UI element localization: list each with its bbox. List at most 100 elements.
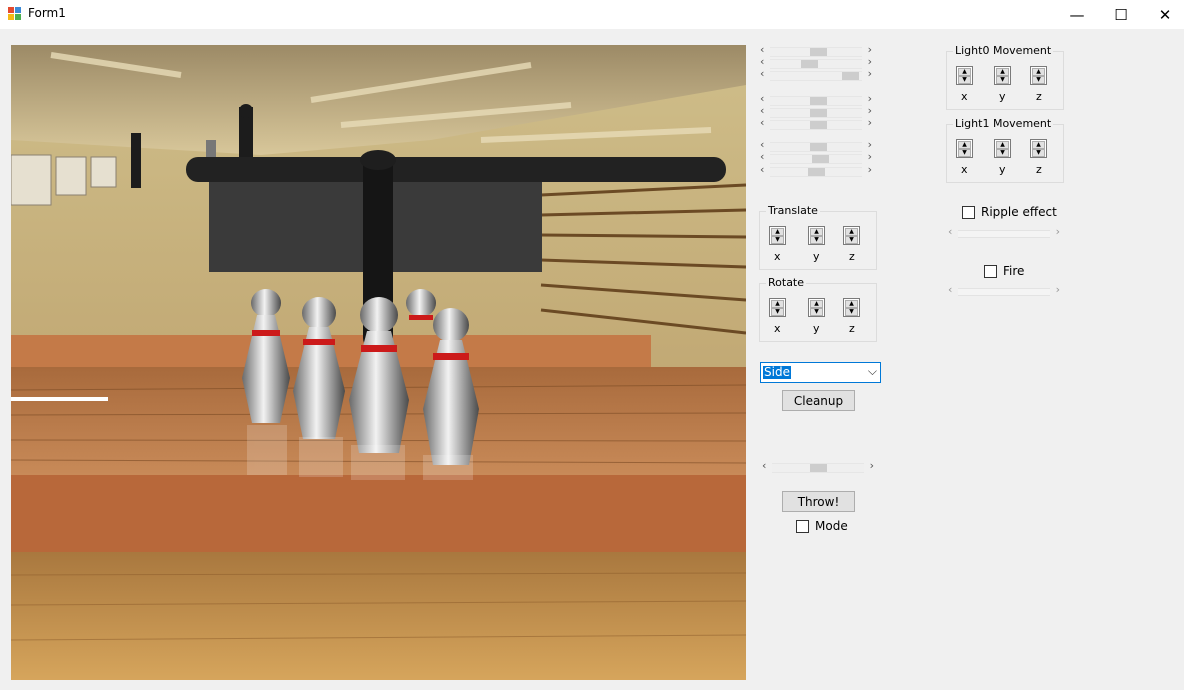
light1-z-label: z bbox=[1036, 163, 1042, 176]
spin-up-icon[interactable]: ▲ bbox=[771, 300, 784, 308]
spin-up-icon[interactable]: ▲ bbox=[996, 141, 1009, 149]
rotate-x-label: x bbox=[774, 322, 781, 335]
spin-down-icon[interactable]: ▼ bbox=[958, 149, 971, 157]
slider-left-arrow[interactable]: ‹ bbox=[760, 67, 764, 80]
mode-label: Mode bbox=[815, 519, 848, 533]
slider-right-arrow[interactable]: › bbox=[1056, 283, 1060, 296]
slider-track[interactable] bbox=[770, 142, 862, 152]
slider-thumb[interactable] bbox=[842, 72, 859, 80]
spin-up-icon[interactable]: ▲ bbox=[845, 300, 858, 308]
slider-track[interactable] bbox=[958, 288, 1050, 296]
slider-right-arrow[interactable]: › bbox=[1056, 225, 1060, 238]
spin-down-icon[interactable]: ▼ bbox=[1032, 149, 1045, 157]
slider-5[interactable]: ‹ › bbox=[760, 104, 872, 118]
slider-7[interactable]: ‹ › bbox=[760, 138, 872, 152]
chevron-down-icon[interactable]: ⌵ bbox=[868, 364, 877, 379]
rotate-z-spinner[interactable]: ▲ ▼ bbox=[843, 298, 860, 317]
slider-thumb[interactable] bbox=[810, 97, 827, 105]
spin-down-icon[interactable]: ▼ bbox=[845, 236, 858, 244]
slider-thumb[interactable] bbox=[810, 48, 827, 56]
slider-left-arrow[interactable]: ‹ bbox=[760, 116, 764, 129]
slider-thumb[interactable] bbox=[812, 155, 829, 163]
spin-up-icon[interactable]: ▲ bbox=[810, 228, 823, 236]
spin-down-icon[interactable]: ▼ bbox=[771, 236, 784, 244]
mode-checkbox[interactable] bbox=[796, 520, 809, 533]
spin-down-icon[interactable]: ▼ bbox=[996, 76, 1009, 84]
slider-thumb[interactable] bbox=[808, 168, 825, 176]
slider-4[interactable]: ‹ › bbox=[760, 92, 872, 106]
slider-thumb[interactable] bbox=[801, 60, 818, 68]
spin-up-icon[interactable]: ▲ bbox=[996, 68, 1009, 76]
slider-track[interactable] bbox=[770, 120, 862, 130]
light0-x-spinner[interactable]: ▲ ▼ bbox=[956, 66, 973, 85]
spin-down-icon[interactable]: ▼ bbox=[1032, 76, 1045, 84]
ripple-slider[interactable]: ‹ › bbox=[948, 225, 1060, 238]
spin-down-icon[interactable]: ▼ bbox=[810, 308, 823, 316]
slider-left-arrow[interactable]: ‹ bbox=[762, 459, 766, 472]
light1-group: Light1 Movement ▲ ▼ ▲ ▼ ▲ ▼ x y z bbox=[946, 117, 1064, 183]
light1-y-spinner[interactable]: ▲ ▼ bbox=[994, 139, 1011, 158]
slider-right-arrow[interactable]: › bbox=[868, 116, 872, 129]
slider-9[interactable]: ‹ › bbox=[760, 163, 872, 177]
slider-track[interactable] bbox=[770, 59, 862, 69]
spin-up-icon[interactable]: ▲ bbox=[810, 300, 823, 308]
slider-track[interactable] bbox=[770, 47, 862, 57]
slider-thumb[interactable] bbox=[810, 121, 827, 129]
fire-checkbox[interactable] bbox=[984, 265, 997, 278]
spin-up-icon[interactable]: ▲ bbox=[771, 228, 784, 236]
spin-up-icon[interactable]: ▲ bbox=[845, 228, 858, 236]
light1-x-spinner[interactable]: ▲ ▼ bbox=[956, 139, 973, 158]
close-button[interactable]: ✕ bbox=[1142, 0, 1184, 29]
slider-right-arrow[interactable]: › bbox=[870, 459, 874, 472]
slider-left-arrow[interactable]: ‹ bbox=[760, 163, 764, 176]
slider-track[interactable] bbox=[772, 463, 864, 473]
slider-thumb[interactable] bbox=[810, 464, 827, 472]
spin-down-icon[interactable]: ▼ bbox=[996, 149, 1009, 157]
cleanup-button[interactable]: Cleanup bbox=[782, 390, 855, 411]
slider-track[interactable] bbox=[770, 167, 862, 177]
light0-label: Light0 Movement bbox=[953, 44, 1054, 57]
throw-power-slider[interactable]: ‹ › bbox=[762, 459, 874, 473]
slider-right-arrow[interactable]: › bbox=[868, 67, 872, 80]
slider-thumb[interactable] bbox=[810, 109, 827, 117]
slider-2[interactable]: ‹ › bbox=[760, 55, 872, 69]
slider-track[interactable] bbox=[770, 71, 862, 81]
slider-3[interactable]: ‹ › bbox=[760, 67, 872, 81]
slider-track[interactable] bbox=[958, 230, 1050, 238]
translate-z-spinner[interactable]: ▲ ▼ bbox=[843, 226, 860, 245]
light1-z-spinner[interactable]: ▲ ▼ bbox=[1030, 139, 1047, 158]
minimize-button[interactable]: — bbox=[1054, 0, 1100, 29]
translate-y-spinner[interactable]: ▲ ▼ bbox=[808, 226, 825, 245]
camera-view-select[interactable]: Side ⌵ bbox=[760, 362, 881, 383]
slider-1[interactable]: ‹ › bbox=[760, 43, 872, 57]
slider-8[interactable]: ‹ › bbox=[760, 150, 872, 164]
slider-right-arrow[interactable]: › bbox=[868, 150, 872, 163]
rotate-y-spinner[interactable]: ▲ ▼ bbox=[808, 298, 825, 317]
slider-left-arrow[interactable]: ‹ bbox=[948, 225, 952, 238]
light0-z-spinner[interactable]: ▲ ▼ bbox=[1030, 66, 1047, 85]
slider-track[interactable] bbox=[770, 154, 862, 164]
slider-6[interactable]: ‹ › bbox=[760, 116, 872, 130]
slider-track[interactable] bbox=[770, 96, 862, 106]
ripple-effect-checkbox[interactable] bbox=[962, 206, 975, 219]
maximize-button[interactable]: ☐ bbox=[1098, 0, 1144, 29]
rotate-x-spinner[interactable]: ▲ ▼ bbox=[769, 298, 786, 317]
spin-down-icon[interactable]: ▼ bbox=[771, 308, 784, 316]
slider-left-arrow[interactable]: ‹ bbox=[948, 283, 952, 296]
spin-down-icon[interactable]: ▼ bbox=[845, 308, 858, 316]
spin-up-icon[interactable]: ▲ bbox=[1032, 141, 1045, 149]
spin-down-icon[interactable]: ▼ bbox=[810, 236, 823, 244]
slider-track[interactable] bbox=[770, 108, 862, 118]
spin-up-icon[interactable]: ▲ bbox=[958, 68, 971, 76]
fire-slider[interactable]: ‹ › bbox=[948, 283, 1060, 296]
spin-up-icon[interactable]: ▲ bbox=[1032, 68, 1045, 76]
throw-button[interactable]: Throw! bbox=[782, 491, 855, 512]
spin-down-icon[interactable]: ▼ bbox=[958, 76, 971, 84]
light0-y-spinner[interactable]: ▲ ▼ bbox=[994, 66, 1011, 85]
slider-thumb[interactable] bbox=[810, 143, 827, 151]
slider-left-arrow[interactable]: ‹ bbox=[760, 150, 764, 163]
translate-x-spinner[interactable]: ▲ ▼ bbox=[769, 226, 786, 245]
spin-up-icon[interactable]: ▲ bbox=[958, 141, 971, 149]
slider-right-arrow[interactable]: › bbox=[868, 163, 872, 176]
render-viewport[interactable] bbox=[11, 45, 746, 680]
